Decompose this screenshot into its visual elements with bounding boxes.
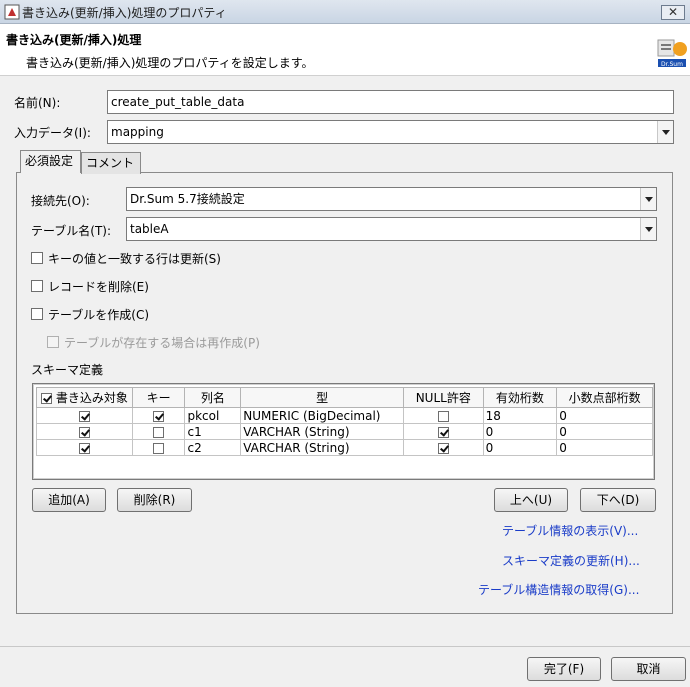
input-data-label: 入力データ(I): bbox=[14, 126, 91, 140]
dr-sum-logo: Dr.Sum bbox=[657, 39, 687, 68]
delete-records-checkbox[interactable] bbox=[31, 280, 43, 292]
nullable-checkbox[interactable] bbox=[437, 410, 449, 422]
dialog-header: 書き込み(更新/挿入)処理 書き込み(更新/挿入)処理のプロパティを設定します。… bbox=[0, 24, 690, 76]
key-checkbox[interactable] bbox=[153, 442, 165, 454]
recreate-table-label: テーブルが存在する場合は再作成(P) bbox=[64, 336, 260, 350]
move-up-button[interactable]: 上へ(U) bbox=[494, 488, 568, 512]
close-button[interactable]: ✕ bbox=[661, 5, 685, 20]
name-input[interactable]: create_put_table_data bbox=[107, 90, 674, 114]
create-table-checkbox[interactable] bbox=[31, 308, 43, 320]
show-table-info-link[interactable]: テーブル情報の表示(V)... bbox=[502, 522, 638, 539]
recreate-table-checkbox[interactable] bbox=[47, 336, 59, 348]
column-type-cell[interactable]: VARCHAR (String) bbox=[240, 423, 404, 440]
connection-select[interactable]: Dr.Sum 5.7接続設定 bbox=[126, 187, 657, 211]
precision-cell[interactable]: 18 bbox=[482, 407, 558, 424]
write-checkbox[interactable] bbox=[78, 410, 90, 422]
update-on-key-match-checkbox[interactable] bbox=[31, 252, 43, 264]
scale-cell[interactable]: 0 bbox=[556, 439, 653, 456]
chevron-down-icon[interactable] bbox=[657, 121, 673, 143]
column-header-scale[interactable]: 小数点部桁数 bbox=[556, 387, 653, 408]
scale-cell[interactable]: 0 bbox=[556, 423, 653, 440]
table-row[interactable]: c2 VARCHAR (String) 0 0 bbox=[36, 439, 653, 456]
table-row[interactable]: pkcol NUMERIC (BigDecimal) 18 0 bbox=[36, 407, 653, 424]
update-on-key-match-label: キーの値と一致する行は更新(S) bbox=[48, 252, 221, 266]
scale-cell[interactable]: 0 bbox=[556, 407, 653, 424]
column-type-cell[interactable]: NUMERIC (BigDecimal) bbox=[240, 407, 404, 424]
header-description: 書き込み(更新/挿入)処理のプロパティを設定します。 bbox=[26, 56, 314, 70]
column-header-write[interactable]: 書き込み対象 bbox=[36, 387, 133, 408]
create-table-label: テーブルを作成(C) bbox=[48, 308, 150, 322]
precision-cell[interactable]: 0 bbox=[482, 439, 558, 456]
connection-value: Dr.Sum 5.7接続設定 bbox=[130, 192, 245, 206]
select-all-checkbox[interactable] bbox=[41, 393, 53, 404]
column-name-cell[interactable]: c1 bbox=[184, 423, 242, 440]
schema-table: 書き込み対象 キー 列名 型 NULL許容 有効桁数 小数点部桁数 pkcol … bbox=[32, 383, 655, 480]
column-header-nullable[interactable]: NULL許容 bbox=[402, 387, 484, 408]
table-name-value: tableA bbox=[130, 222, 169, 236]
key-checkbox[interactable] bbox=[153, 426, 165, 438]
tab-comment[interactable]: コメント bbox=[81, 152, 141, 174]
tab-required[interactable]: 必須設定 bbox=[20, 150, 81, 173]
write-checkbox[interactable] bbox=[78, 442, 90, 454]
column-type-cell[interactable]: VARCHAR (String) bbox=[240, 439, 404, 456]
key-checkbox[interactable] bbox=[153, 410, 165, 422]
column-header-key[interactable]: キー bbox=[131, 387, 186, 408]
chevron-down-icon[interactable] bbox=[640, 218, 656, 240]
cancel-button[interactable]: 取消 bbox=[611, 657, 686, 681]
move-down-button[interactable]: 下へ(D) bbox=[580, 488, 656, 512]
update-schema-link[interactable]: スキーマ定義の更新(H)... bbox=[502, 552, 640, 569]
delete-records-label: レコードを削除(E) bbox=[48, 280, 149, 294]
table-name-select[interactable]: tableA bbox=[126, 217, 657, 241]
chevron-down-icon[interactable] bbox=[640, 188, 656, 210]
write-checkbox[interactable] bbox=[78, 426, 90, 438]
delete-button[interactable]: 削除(R) bbox=[117, 488, 192, 512]
table-row[interactable]: c1 VARCHAR (String) 0 0 bbox=[36, 423, 653, 440]
schema-label: スキーマ定義 bbox=[31, 363, 104, 377]
precision-cell[interactable]: 0 bbox=[482, 423, 558, 440]
add-button[interactable]: 追加(A) bbox=[32, 488, 106, 512]
input-data-select[interactable]: mapping bbox=[107, 120, 674, 144]
column-name-cell[interactable]: c2 bbox=[184, 439, 242, 456]
app-icon bbox=[4, 4, 20, 20]
column-header-precision[interactable]: 有効桁数 bbox=[482, 387, 558, 408]
window-titlebar: 書き込み(更新/挿入)処理のプロパティ ✕ bbox=[0, 0, 690, 24]
get-table-structure-link[interactable]: テーブル構造情報の取得(G)... bbox=[478, 581, 639, 598]
schema-grid: 書き込み対象 キー 列名 型 NULL許容 有効桁数 小数点部桁数 pkcol … bbox=[36, 387, 653, 456]
table-name-label: テーブル名(T): bbox=[31, 224, 112, 238]
finish-button[interactable]: 完了(F) bbox=[527, 657, 601, 681]
close-icon: ✕ bbox=[667, 5, 679, 19]
input-data-value: mapping bbox=[111, 125, 164, 139]
nullable-checkbox[interactable] bbox=[437, 426, 449, 438]
name-label: 名前(N): bbox=[14, 96, 61, 110]
column-name-cell[interactable]: pkcol bbox=[184, 407, 242, 424]
connection-label: 接続先(O): bbox=[31, 194, 90, 208]
logo-text: Dr.Sum bbox=[661, 61, 683, 68]
column-header-name[interactable]: 列名 bbox=[184, 387, 242, 408]
nullable-checkbox[interactable] bbox=[437, 442, 449, 454]
header-title: 書き込み(更新/挿入)処理 bbox=[6, 33, 142, 47]
window-title: 書き込み(更新/挿入)処理のプロパティ bbox=[22, 6, 227, 20]
column-header-type[interactable]: 型 bbox=[240, 387, 404, 408]
